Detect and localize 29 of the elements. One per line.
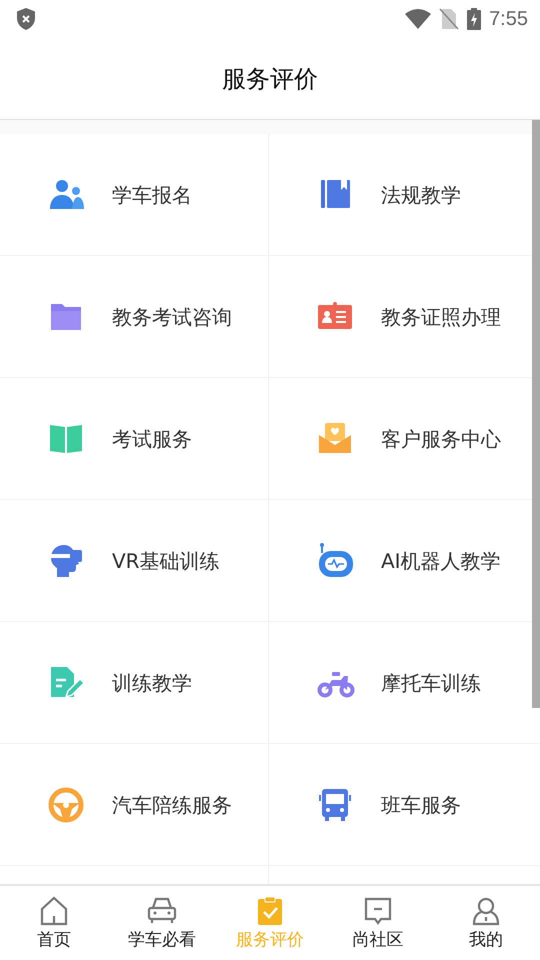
service-label[interactable]: 汽车陪练服务 <box>112 790 232 820</box>
robot-icon <box>317 542 355 578</box>
nav-tab[interactable]: 尚社区 <box>324 886 432 960</box>
car-icon <box>147 896 177 926</box>
message-icon <box>363 896 393 926</box>
nav-tab[interactable]: 首页 <box>0 886 108 960</box>
clipboard-check-icon <box>255 896 285 926</box>
service-label[interactable]: 法规教学 <box>381 180 461 210</box>
home-icon <box>39 896 69 926</box>
user-icon <box>471 896 501 926</box>
service-label[interactable]: 教务证照办理 <box>381 302 501 332</box>
service-label[interactable]: 学车报名 <box>112 180 192 210</box>
service-label[interactable]: VR基础训练 <box>112 546 220 576</box>
nav-tab[interactable]: 学车必看 <box>108 886 216 960</box>
service-label[interactable]: 摩托车训练 <box>381 668 481 698</box>
service-label[interactable]: 班车服务 <box>381 790 461 820</box>
steering-wheel-icon <box>48 786 86 822</box>
service-label[interactable]: AI机器人教学 <box>381 546 501 576</box>
service-label[interactable]: 客户服务中心 <box>381 424 501 454</box>
clock-time: 7:55 <box>489 7 528 32</box>
service-label[interactable]: 考试服务 <box>112 424 192 454</box>
no-sim-icon <box>439 8 460 30</box>
shield-icon <box>16 8 36 30</box>
nav-tab[interactable]: 我的 <box>432 886 540 960</box>
service-label[interactable]: 训练教学 <box>112 668 192 698</box>
wifi-icon <box>405 9 432 29</box>
service-label[interactable]: 教务考试咨询 <box>112 302 232 332</box>
page-title: 服务评价 <box>222 64 318 94</box>
battery-icon <box>467 8 482 30</box>
